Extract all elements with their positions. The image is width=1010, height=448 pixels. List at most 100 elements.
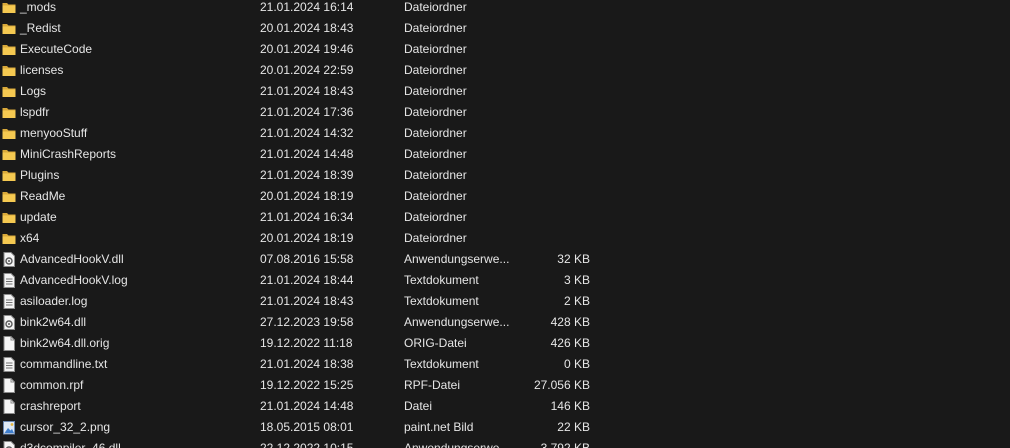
file-name: ReadMe xyxy=(20,189,66,203)
file-type: Dateiordner xyxy=(404,21,467,35)
file-size: 428 KB xyxy=(550,315,590,329)
file-row[interactable]: MiniCrashReports 21.01.2024 14:48 Dateiord… xyxy=(0,144,1010,165)
file-row[interactable]: _mods 21.01.2024 16:14 Dateiordner xyxy=(0,0,1010,18)
file-size: 2 KB xyxy=(563,294,590,308)
file-row[interactable]: bink2w64.dll.orig 19.12.2022 11:18 ORIG-Da… xyxy=(0,333,1010,354)
folder-icon xyxy=(2,147,16,162)
file-row[interactable]: d3dcompiler_46.dll 22.12.2022 10:15 Anwend… xyxy=(0,438,1010,448)
file-name: asiloader.log xyxy=(20,294,88,308)
file-type: Dateiordner xyxy=(404,84,467,98)
file-name: ExecuteCode xyxy=(20,42,93,56)
file-size: 3.792 KB xyxy=(540,441,590,448)
file-date: 20.01.2024 18:43 xyxy=(260,21,354,35)
file-row[interactable]: _Redist 20.01.2024 18:43 Dateiordner xyxy=(0,18,1010,39)
dll-file-icon xyxy=(2,441,16,448)
file-row[interactable]: cursor_32_2.png 18.05.2015 08:01 paint.net… xyxy=(0,417,1010,438)
file-row[interactable]: AdvancedHookV.dll 07.08.2016 15:58 Anwendu… xyxy=(0,249,1010,270)
file-name: AdvancedHookV.log xyxy=(20,273,128,287)
file-type: ORIG-Datei xyxy=(404,336,467,350)
file-type: RPF-Datei xyxy=(404,378,461,392)
dll-file-icon xyxy=(2,252,16,267)
file-row[interactable]: update 21.01.2024 16:34 Dateiordner xyxy=(0,207,1010,228)
file-size: 27.056 KB xyxy=(533,378,590,392)
file-date: 22.12.2022 10:15 xyxy=(260,441,354,448)
file-row[interactable]: asiloader.log 21.01.2024 18:43 Textdokumen… xyxy=(0,291,1010,312)
blank-file-icon xyxy=(2,378,16,393)
file-type: Dateiordner xyxy=(404,147,467,161)
file-date: 21.01.2024 14:32 xyxy=(260,126,354,140)
file-row[interactable]: common.rpf 19.12.2022 15:25 RPF-Datei 27.05… xyxy=(0,375,1010,396)
file-date: 21.01.2024 16:34 xyxy=(260,210,354,224)
file-date: 20.01.2024 18:19 xyxy=(260,189,354,203)
file-size: 3 KB xyxy=(563,273,590,287)
file-row[interactable]: lspdfr 21.01.2024 17:36 Dateiordner xyxy=(0,102,1010,123)
folder-icon xyxy=(2,21,16,36)
file-type: Dateiordner xyxy=(404,0,467,14)
file-name: commandline.txt xyxy=(20,357,108,371)
file-date: 19.12.2022 11:18 xyxy=(260,336,353,350)
file-row[interactable]: licenses 20.01.2024 22:59 Dateiordner xyxy=(0,60,1010,81)
file-type: Anwendungserwe... xyxy=(404,252,510,266)
text-file-icon xyxy=(2,294,16,309)
folder-icon xyxy=(2,63,16,78)
file-row[interactable]: ExecuteCode 20.01.2024 19:46 Dateiordner xyxy=(0,39,1010,60)
file-type: Dateiordner xyxy=(404,63,467,77)
file-row[interactable]: commandline.txt 21.01.2024 18:38 Textdokum… xyxy=(0,354,1010,375)
file-size: 0 KB xyxy=(563,357,590,371)
file-type: Anwendungserwe... xyxy=(404,441,510,448)
file-row[interactable]: ReadMe 20.01.2024 18:19 Dateiordner xyxy=(0,186,1010,207)
image-file-icon xyxy=(2,420,16,435)
file-date: 21.01.2024 18:38 xyxy=(260,357,354,371)
file-date: 21.01.2024 18:39 xyxy=(260,168,354,182)
file-date: 07.08.2016 15:58 xyxy=(260,252,354,266)
file-date: 20.01.2024 18:19 xyxy=(260,231,354,245)
file-name: update xyxy=(20,210,57,224)
file-date: 20.01.2024 19:46 xyxy=(260,42,354,56)
file-type: Datei xyxy=(404,399,433,413)
folder-icon xyxy=(2,210,16,225)
file-size: 146 KB xyxy=(550,399,590,413)
file-type: Dateiordner xyxy=(404,231,467,245)
file-name: Plugins xyxy=(20,168,60,182)
blank-file-icon xyxy=(2,399,16,414)
file-type: Dateiordner xyxy=(404,189,467,203)
file-type: Dateiordner xyxy=(404,42,467,56)
file-name: menyooStuff xyxy=(20,126,88,140)
file-name: AdvancedHookV.dll xyxy=(20,252,124,266)
file-name: bink2w64.dll.orig xyxy=(20,336,110,350)
text-file-icon xyxy=(2,273,16,288)
file-row[interactable]: Plugins 21.01.2024 18:39 Dateiordner xyxy=(0,165,1010,186)
folder-icon xyxy=(2,126,16,141)
file-size: 426 KB xyxy=(550,336,590,350)
file-type: Textdokument xyxy=(404,294,479,308)
file-type: Dateiordner xyxy=(404,210,467,224)
file-date: 21.01.2024 18:43 xyxy=(260,84,354,98)
file-name: cursor_32_2.png xyxy=(20,420,111,434)
file-date: 21.01.2024 18:43 xyxy=(260,294,354,308)
file-name: licenses xyxy=(20,63,64,77)
file-row[interactable]: menyooStuff 21.01.2024 14:32 Dateiordner xyxy=(0,123,1010,144)
file-size: 22 KB xyxy=(557,420,590,434)
file-row[interactable]: Logs 21.01.2024 18:43 Dateiordner xyxy=(0,81,1010,102)
file-type: Textdokument xyxy=(404,273,479,287)
file-name: MiniCrashReports xyxy=(20,147,117,161)
folder-icon xyxy=(2,231,16,246)
file-name: Logs xyxy=(20,84,47,98)
text-file-icon xyxy=(2,357,16,372)
file-row[interactable]: AdvancedHookV.log 21.01.2024 18:44 Textdok… xyxy=(0,270,1010,291)
file-date: 21.01.2024 17:36 xyxy=(260,105,354,119)
file-name: crashreport xyxy=(20,399,81,413)
dll-file-icon xyxy=(2,315,16,330)
folder-icon xyxy=(2,189,16,204)
file-row[interactable]: crashreport 21.01.2024 14:48 Datei 146 KB xyxy=(0,396,1010,417)
folder-icon xyxy=(2,0,16,15)
file-row[interactable]: bink2w64.dll 27.12.2023 19:58 Anwendungser… xyxy=(0,312,1010,333)
file-list: _mods 21.01.2024 16:14 Dateiordner _Redist 2… xyxy=(0,0,1010,448)
folder-icon xyxy=(2,105,16,120)
file-row[interactable]: x64 20.01.2024 18:19 Dateiordner xyxy=(0,228,1010,249)
file-name: _Redist xyxy=(20,21,61,35)
file-date: 21.01.2024 14:48 xyxy=(260,399,354,413)
file-date: 21.01.2024 14:48 xyxy=(260,147,354,161)
file-type: Dateiordner xyxy=(404,126,467,140)
file-name: common.rpf xyxy=(20,378,84,392)
